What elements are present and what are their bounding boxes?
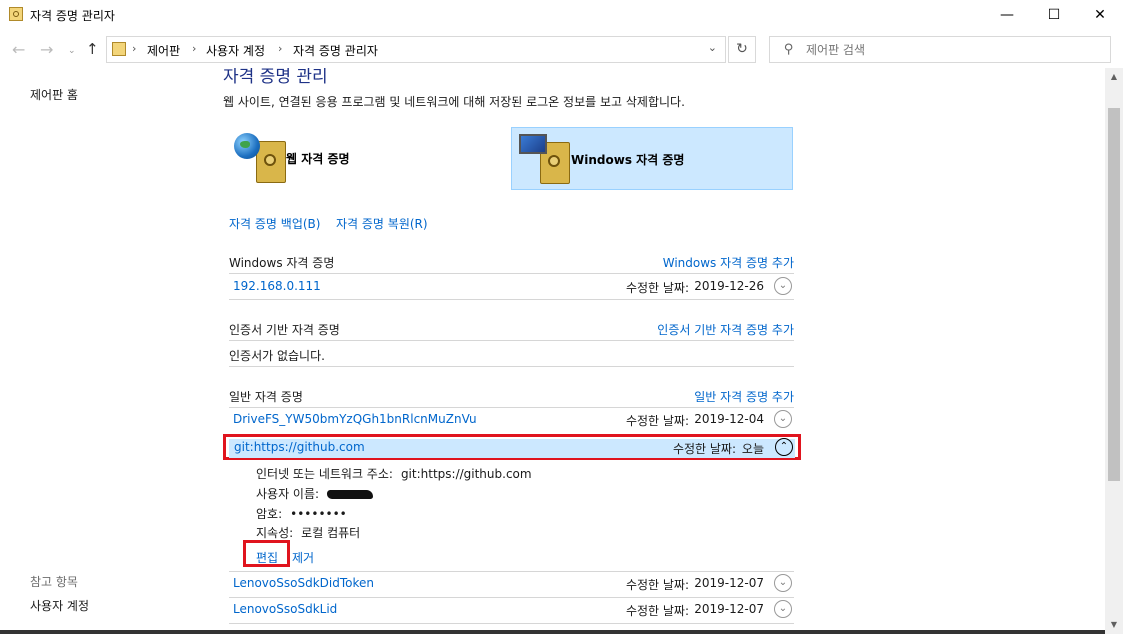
modified-date-label: 수정한 날짜: (672, 442, 736, 456)
control-panel-icon (112, 42, 126, 56)
tile-web-credentials[interactable]: 웹 자격 증명 (228, 127, 510, 190)
window-bottom-edge (0, 630, 1105, 634)
content-area: 제어판 홈 자격 증명 관리 웹 사이트, 연결된 응용 프로그램 및 네트워크… (0, 68, 1105, 634)
breadcrumb-separator-icon: › (192, 42, 197, 55)
minimize-button[interactable]: — (984, 0, 1030, 30)
breadcrumb-separator-icon: › (278, 42, 283, 55)
modified-date-label: 수정한 날짜: (625, 281, 689, 295)
expand-chevron-icon[interactable]: ⌄ (774, 600, 792, 618)
modified-date-label: 수정한 날짜: (625, 414, 689, 428)
see-also-heading: 참고 항목 (30, 575, 78, 589)
detail-persistence: 지속성: 로컬 컴퓨터 (256, 524, 360, 541)
section-title-windows: Windows 자격 증명 (229, 256, 335, 270)
breadcrumb-user-accounts[interactable]: 사용자 계정 (206, 42, 265, 59)
scroll-thumb[interactable] (1108, 108, 1120, 481)
search-box[interactable]: ⚲ (769, 36, 1111, 63)
detail-username: 사용자 이름: (256, 485, 374, 502)
refresh-button[interactable]: ↻ (728, 36, 756, 63)
section-title-generic: 일반 자격 증명 (229, 390, 303, 404)
monitor-icon (519, 134, 547, 154)
list-item[interactable]: DriveFS_YW50bmYzQGh1bnRlcnMuZnVu 수정한 날짜:… (229, 408, 794, 432)
up-button[interactable]: ↑ (86, 40, 99, 58)
credential-manager-icon (9, 7, 23, 21)
expand-chevron-icon[interactable]: ⌄ (774, 277, 792, 295)
restore-credentials-link[interactable]: 자격 증명 복원(R) (336, 215, 428, 232)
modified-date: 오늘 (741, 442, 764, 456)
expand-chevron-icon[interactable]: ⌄ (774, 574, 792, 592)
collapse-chevron-icon[interactable]: ⌃ (775, 438, 793, 456)
no-certificates-text: 인증서가 없습니다. (229, 349, 325, 363)
address-bar[interactable]: › 제어판 › 사용자 계정 › 자격 증명 관리자 ⌄ (106, 36, 726, 63)
detail-address: 인터넷 또는 네트워크 주소: git:https://github.com (256, 465, 532, 482)
breadcrumb-separator-icon: › (132, 42, 137, 55)
add-certificate-credential-link[interactable]: 인증서 기반 자격 증명 추가 (657, 321, 794, 338)
expand-chevron-icon[interactable]: ⌄ (774, 410, 792, 428)
divider (229, 623, 794, 624)
credential-name[interactable]: 192.168.0.111 (233, 279, 321, 293)
list-item[interactable]: LenovoSsoSdkDidToken 수정한 날짜: 2019-12-07 … (229, 572, 794, 596)
divider (229, 273, 794, 274)
address-dropdown-icon[interactable]: ⌄ (708, 41, 717, 54)
modified-date-label: 수정한 날짜: (625, 604, 689, 618)
detail-value: git:https://github.com (400, 467, 532, 481)
page-title: 자격 증명 관리 (223, 68, 328, 87)
add-windows-credential-link[interactable]: Windows 자격 증명 추가 (663, 254, 794, 271)
scroll-up-icon[interactable]: ▲ (1105, 68, 1123, 86)
breadcrumb-credential-manager[interactable]: 자격 증명 관리자 (293, 42, 378, 59)
list-item[interactable]: LenovoSsoSdkLid 수정한 날짜: 2019-12-07 ⌄ (229, 598, 794, 622)
detail-label: 인터넷 또는 네트워크 주소: (256, 467, 393, 481)
globe-icon (234, 133, 260, 159)
modified-date: 2019-12-04 (694, 412, 764, 426)
page-description: 웹 사이트, 연결된 응용 프로그램 및 네트워크에 대해 저장된 로그온 정보… (223, 95, 685, 109)
forward-button[interactable]: → (40, 40, 53, 59)
sidebar-item-user-accounts[interactable]: 사용자 계정 (30, 597, 89, 614)
search-input[interactable] (806, 41, 1096, 58)
detail-label: 지속성: (256, 526, 294, 540)
section-title-certificate: 인증서 기반 자격 증명 (229, 323, 340, 337)
maximize-button[interactable]: ☐ (1031, 0, 1077, 30)
title-bar: 자격 증명 관리자 — ☐ ✕ (0, 0, 1123, 30)
modified-date: 2019-12-26 (694, 279, 764, 293)
detail-value: •••••••• (290, 507, 347, 521)
list-item[interactable]: 192.168.0.111 수정한 날짜: 2019-12-26 ⌄ (229, 275, 794, 299)
backup-credentials-link[interactable]: 자격 증명 백업(B) (229, 215, 320, 232)
tile-label: Windows 자격 증명 (571, 153, 685, 167)
tile-windows-credentials[interactable]: Windows 자격 증명 (511, 127, 793, 190)
search-icon: ⚲ (784, 42, 794, 57)
detail-label: 암호: (256, 507, 283, 521)
modified-date: 2019-12-07 (694, 576, 764, 590)
detail-label: 사용자 이름: (256, 487, 320, 501)
divider (229, 366, 794, 367)
scroll-down-icon[interactable]: ▼ (1105, 616, 1123, 634)
window-title: 자격 증명 관리자 (30, 9, 115, 23)
back-button[interactable]: ← (12, 40, 25, 59)
detail-password: 암호: •••••••• (256, 505, 347, 522)
tile-label: 웹 자격 증명 (286, 152, 350, 166)
recent-locations-chevron-icon[interactable]: ⌄ (68, 46, 76, 56)
list-item-selected[interactable]: git:https://github.com 수정한 날짜: 오늘 ⌃ (223, 434, 801, 460)
credential-name[interactable]: LenovoSsoSdkDidToken (233, 576, 374, 590)
credential-name[interactable]: DriveFS_YW50bmYzQGh1bnRlcnMuZnVu (233, 412, 477, 426)
credential-name[interactable]: LenovoSsoSdkLid (233, 602, 337, 616)
edit-link[interactable]: 편집 (256, 549, 278, 566)
add-generic-credential-link[interactable]: 일반 자격 증명 추가 (694, 388, 794, 405)
divider (229, 299, 794, 300)
sidebar-item-control-panel-home[interactable]: 제어판 홈 (30, 86, 78, 103)
credential-name[interactable]: git:https://github.com (234, 440, 365, 454)
redacted-username (327, 490, 374, 499)
vault-icon (256, 141, 286, 183)
detail-value: 로컬 컴퓨터 (301, 526, 361, 540)
breadcrumb-control-panel[interactable]: 제어판 (147, 42, 180, 59)
modified-date: 2019-12-07 (694, 602, 764, 616)
modified-date-label: 수정한 날짜: (625, 578, 689, 592)
divider (229, 340, 794, 341)
vertical-scrollbar[interactable]: ▲ ▼ (1105, 68, 1123, 634)
remove-link[interactable]: 제거 (292, 549, 314, 566)
close-button[interactable]: ✕ (1077, 0, 1123, 30)
